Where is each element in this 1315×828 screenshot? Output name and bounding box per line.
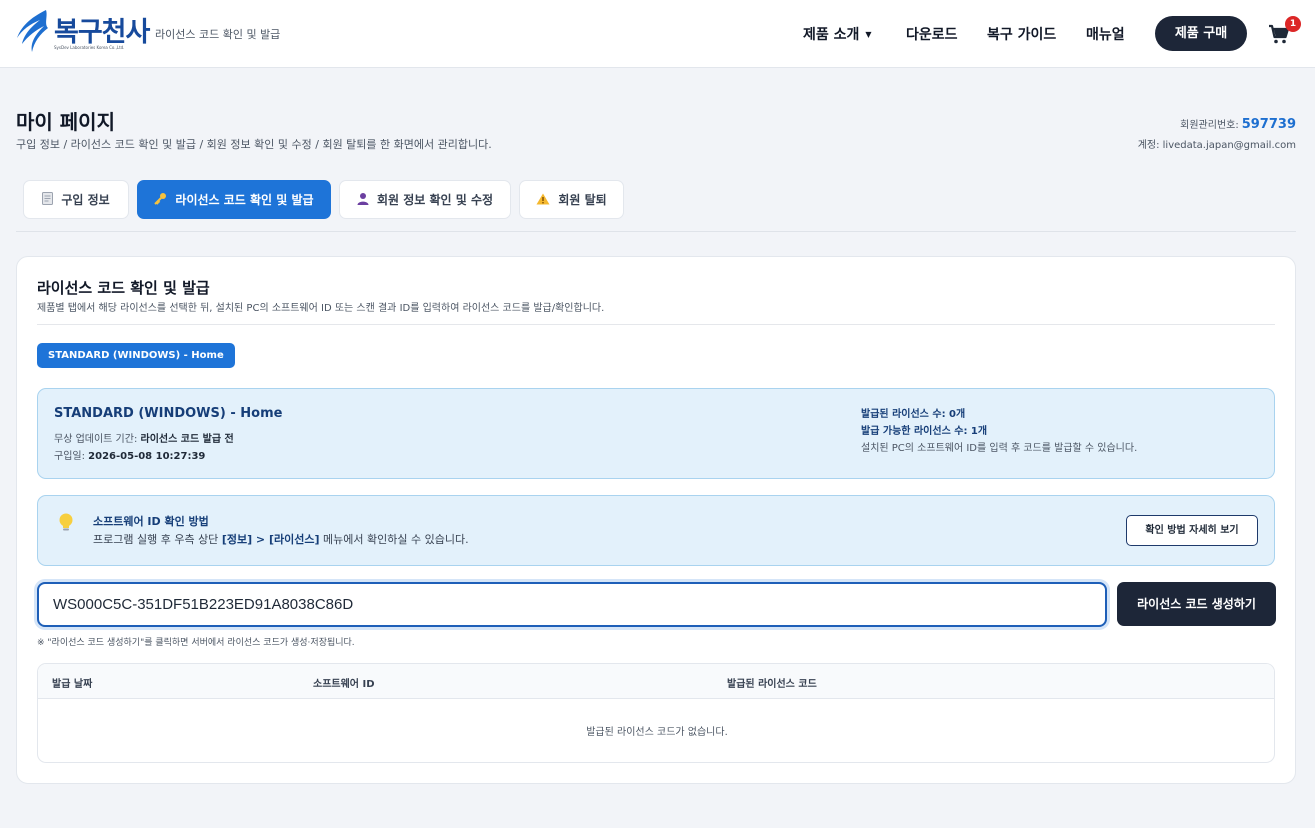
issued-license-table: 발급 날짜 소프트웨어 ID 발급된 라이선스 코드 발급된 라이선스 코드가 … <box>37 663 1275 763</box>
header-subtitle: 라이선스 코드 확인 및 발급 <box>155 28 281 41</box>
nav-manual[interactable]: 매뉴얼 <box>1086 24 1125 44</box>
software-id-tip-box: 소프트웨어 ID 확인 방법 프로그램 실행 후 우측 상단 [정보] > [라… <box>37 495 1275 566</box>
tab-label: 회원 탈퇴 <box>558 193 607 207</box>
page-title: 마이 페이지 <box>16 110 115 134</box>
buy-product-button[interactable]: 제품 구매 <box>1155 16 1247 51</box>
nav-download[interactable]: 다운로드 <box>906 24 958 44</box>
cart-count-badge: 1 <box>1285 16 1301 32</box>
top-header: 복구천사 SysDev Laboratories Korea Co.,Ltd. … <box>0 0 1315 68</box>
purchase-date-label: 구입일: <box>54 451 85 462</box>
tip-text-menu-path: [정보] > [라이선스] <box>221 533 320 546</box>
license-info-box: STANDARD (WINDOWS) - Home 무상 업데이트 기간: 라이… <box>37 388 1275 479</box>
update-period: 무상 업데이트 기간: 라이선스 코드 발급 전 <box>54 430 234 445</box>
license-hint: 설치된 PC의 소프트웨어 ID를 입력 후 코드를 발급할 수 있습니다. <box>861 443 1138 454</box>
tab-label: 회원 정보 확인 및 수정 <box>376 193 494 207</box>
lightbulb-icon <box>58 513 74 538</box>
purchase-date: 구입일: 2026-05-08 10:27:39 <box>54 447 205 462</box>
license-product-name: STANDARD (WINDOWS) - Home <box>54 406 283 421</box>
tabs-divider <box>16 231 1296 232</box>
member-number-value: 597739 <box>1241 117 1296 132</box>
brand-tagline: SysDev Laboratories Korea Co.,Ltd. <box>54 45 125 50</box>
column-issue-date: 발급 날짜 <box>52 679 93 690</box>
tip-text-before: 프로그램 실행 후 우측 상단 <box>93 533 222 546</box>
tab-withdraw[interactable]: 회원 탈퇴 <box>519 180 624 219</box>
tab-label: 구입 정보 <box>61 193 110 207</box>
brand-name: 복구천사 <box>54 17 150 48</box>
update-period-value: 라이선스 코드 발급 전 <box>140 434 234 445</box>
purchase-date-value: 2026-05-08 10:27:39 <box>88 451 206 462</box>
nav-recovery-guide[interactable]: 복구 가이드 <box>987 24 1056 44</box>
tip-text-after: 메뉴에서 확인하실 수 있습니다. <box>319 533 469 546</box>
update-period-label: 무상 업데이트 기간: <box>54 434 138 445</box>
user-icon <box>357 192 369 207</box>
generate-note: ※ "라이선스 코드 생성하기"를 클릭하면 서버에서 라이선스 코드가 생성·… <box>37 638 355 648</box>
warning-icon <box>536 193 550 207</box>
generate-license-button[interactable]: 라이선스 코드 생성하기 <box>1117 582 1276 626</box>
nav-label: 제품 소개 <box>803 27 860 43</box>
software-id-input[interactable] <box>37 582 1107 627</box>
license-panel-description: 제품별 탭에서 해당 라이선스를 선택한 뒤, 설치된 PC의 소프트웨어 ID… <box>37 303 605 314</box>
receipt-icon <box>42 192 54 207</box>
account-email: 계정: livedata.japan@gmail.com <box>1137 140 1296 151</box>
column-software-id: 소프트웨어 ID <box>313 679 375 690</box>
nav-product-intro[interactable]: 제품 소개 ▼ <box>803 24 872 44</box>
tab-member-info[interactable]: 회원 정보 확인 및 수정 <box>339 180 511 219</box>
view-details-button[interactable]: 확인 방법 자세히 보기 <box>1126 515 1258 546</box>
column-license-code: 발급된 라이선스 코드 <box>727 679 817 690</box>
panel-divider <box>37 324 1275 325</box>
table-empty-message: 발급된 라이선스 코드가 없습니다. <box>586 727 728 738</box>
member-number: 회원관리번호: 597739 <box>1180 116 1296 132</box>
caret-down-icon: ▼ <box>865 30 872 39</box>
tab-purchase-info[interactable]: 구입 정보 <box>23 180 129 219</box>
tab-label: 라이선스 코드 확인 및 발급 <box>175 193 314 207</box>
table-header: 발급 날짜 소프트웨어 ID 발급된 라이선스 코드 <box>38 664 1274 699</box>
page-description: 구입 정보 / 라이선스 코드 확인 및 발급 / 회원 정보 확인 및 수정 … <box>16 138 492 151</box>
license-panel: 라이선스 코드 확인 및 발급 제품별 탭에서 해당 라이선스를 선택한 뒤, … <box>16 256 1296 784</box>
angel-wing-icon <box>17 10 48 52</box>
tip-text: 프로그램 실행 후 우측 상단 [정보] > [라이선스] 메뉴에서 확인하실 … <box>93 531 469 547</box>
available-license-count: 발급 가능한 라이선스 수: 1개 <box>861 426 988 437</box>
key-icon <box>154 192 167 207</box>
tab-license-code[interactable]: 라이선스 코드 확인 및 발급 <box>137 180 331 219</box>
license-panel-title: 라이선스 코드 확인 및 발급 <box>37 279 210 297</box>
member-number-label: 회원관리번호: <box>1180 120 1239 131</box>
issued-license-count: 발급된 라이선스 수: 0개 <box>861 409 966 420</box>
product-tab-standard-windows[interactable]: STANDARD (WINDOWS) - Home <box>37 343 235 368</box>
tip-title: 소프트웨어 ID 확인 방법 <box>93 515 209 528</box>
brand-logo[interactable]: 복구천사 SysDev Laboratories Korea Co.,Ltd. <box>14 8 150 58</box>
